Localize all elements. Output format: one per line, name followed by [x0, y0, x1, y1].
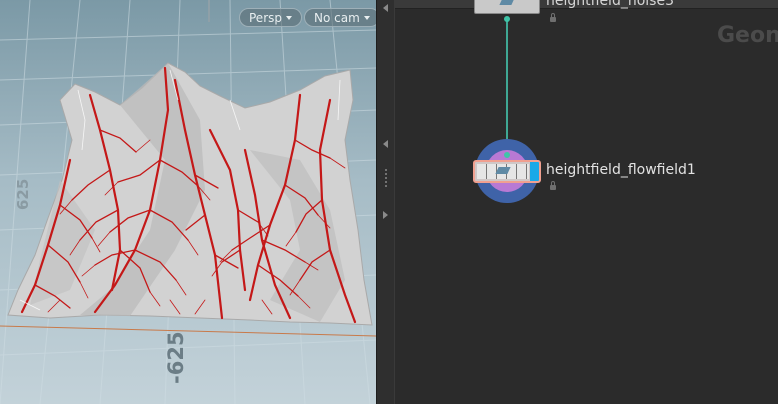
collapse-left-arrow-icon[interactable]: [383, 140, 388, 148]
node-heightfield-flowfield[interactable]: [473, 160, 541, 183]
node-heightfield-noise-label[interactable]: heightfield_noise3: [546, 0, 674, 9]
heightfield-node-icon: [499, 0, 515, 5]
collapse-left-arrow-icon[interactable]: [383, 4, 388, 12]
grid-coordinate-label-bottom: -625: [164, 331, 188, 384]
output-connector-dot[interactable]: [504, 16, 510, 22]
splitter-grip-icon[interactable]: [384, 168, 388, 188]
camera-mode-label: Persp: [249, 11, 282, 25]
heightfield-terrain: [7, 62, 373, 326]
expand-right-arrow-icon[interactable]: [383, 211, 388, 219]
scene-viewport[interactable]: Persp No cam -625 625: [0, 0, 376, 404]
x-axis-line: [0, 325, 376, 337]
network-context-label: Geon: [717, 23, 778, 48]
grid-coordinate-label-left: 625: [14, 178, 32, 210]
network-editor[interactable]: Geon heightfield_noise3 heightfield_flow…: [395, 0, 778, 404]
camera-mode-dropdown[interactable]: Persp: [239, 8, 302, 27]
pane-splitter[interactable]: [376, 0, 395, 404]
display-flag-icon[interactable]: [530, 162, 539, 181]
chevron-down-icon: [286, 16, 292, 20]
input-connector-dot[interactable]: [504, 152, 510, 158]
chevron-down-icon: [363, 16, 370, 20]
camera-select-label: No cam: [314, 11, 360, 25]
houdini-workspace: Persp No cam -625 625 Geon heightfield_n…: [0, 0, 778, 404]
lock-icon: [550, 181, 556, 190]
node-connection-wire[interactable]: [506, 19, 508, 156]
viewport-scene: [0, 0, 376, 404]
node-heightfield-flowfield-label[interactable]: heightfield_flowfield1: [546, 162, 696, 178]
node-heightfield-noise[interactable]: [474, 0, 540, 14]
camera-select-dropdown[interactable]: No cam: [304, 8, 376, 27]
lock-icon: [550, 13, 556, 22]
